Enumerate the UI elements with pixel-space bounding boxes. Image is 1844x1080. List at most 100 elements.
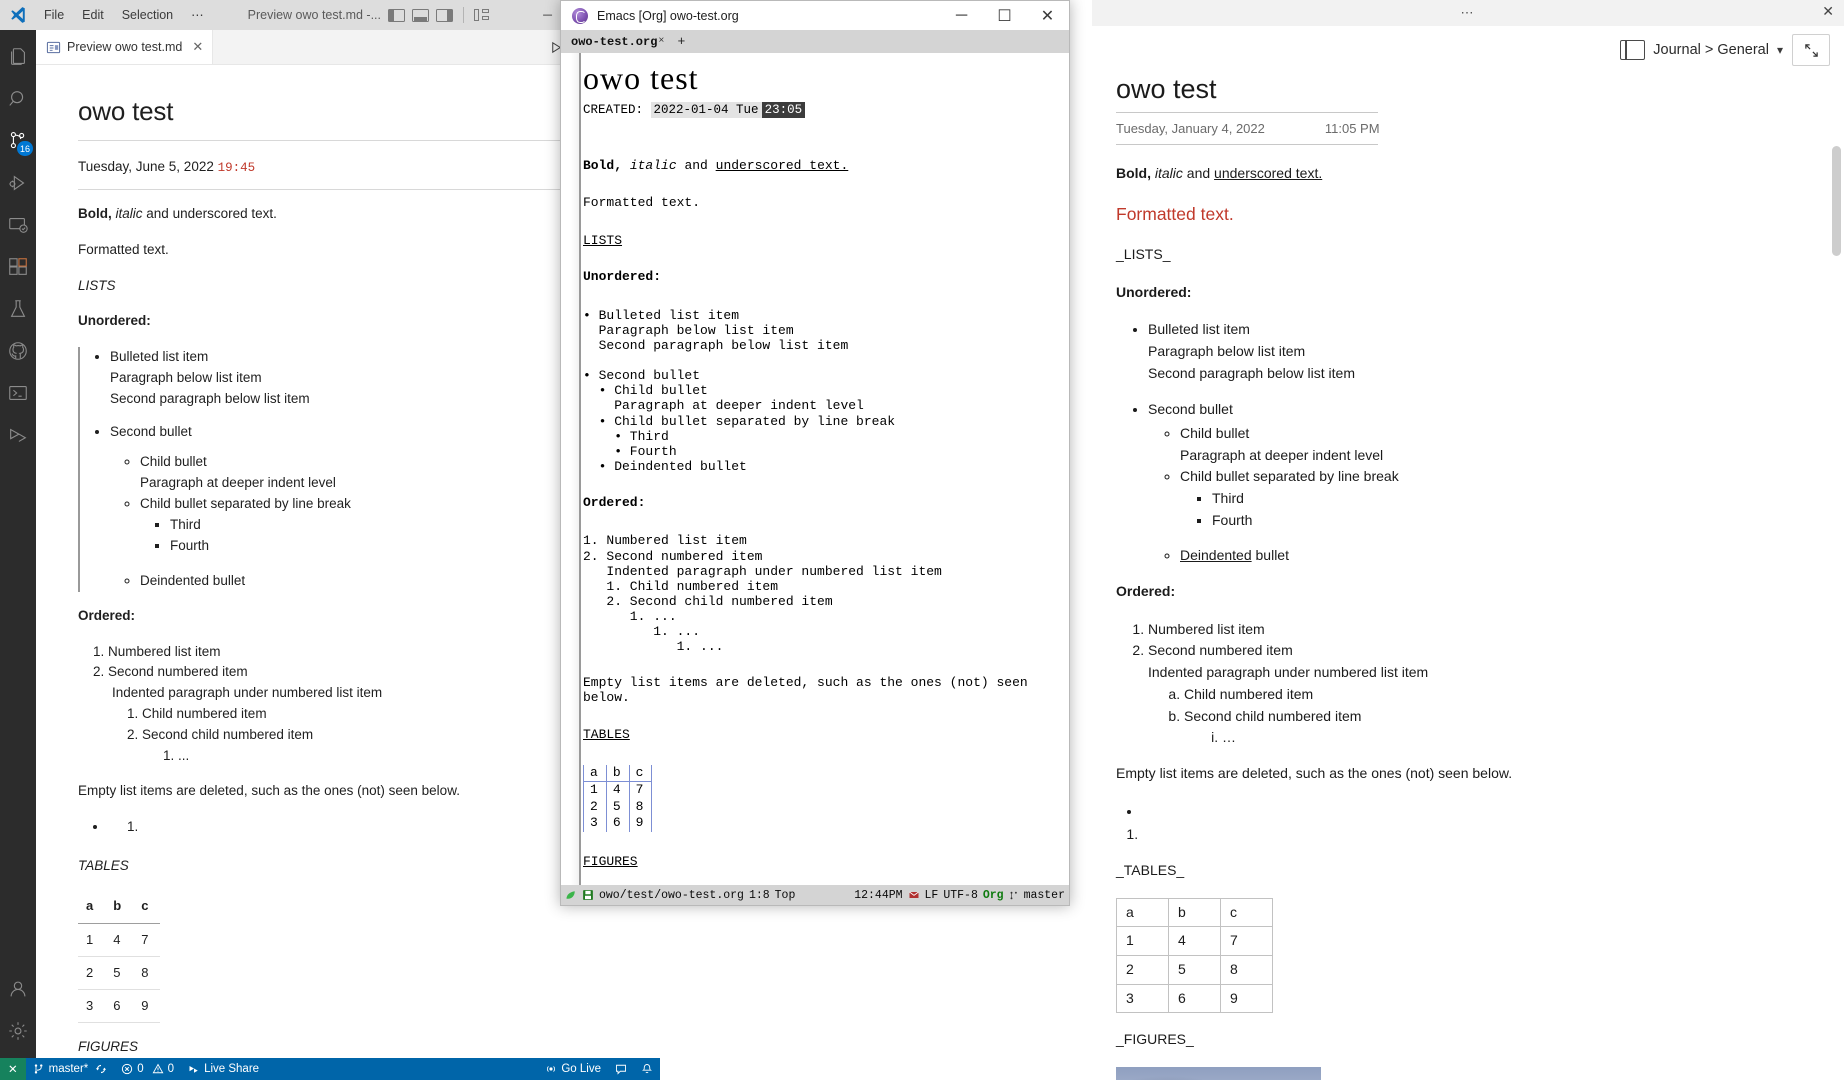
list-item: Child numbered item [1184, 684, 1822, 706]
table-cell: 8 [628, 798, 653, 816]
journal-unordered-subsublist: Third Fourth [1180, 488, 1822, 531]
list-item-label: Child bullet separated by line break [1180, 468, 1399, 485]
table-cell: 9 [1220, 983, 1273, 1014]
emacs-new-tab-button[interactable]: + [670, 34, 692, 49]
status-feedback[interactable] [608, 1058, 634, 1080]
activity-github[interactable] [0, 330, 36, 372]
journal-ordered-deep-1: … [1184, 727, 1822, 749]
org-unordered-list: • Bulleted list item Paragraph below lis… [583, 308, 1059, 474]
activity-extensions[interactable] [0, 246, 36, 288]
table-cell: 1 [1116, 926, 1169, 956]
minimize-button[interactable]: ─ [940, 1, 983, 30]
line-rest: and [142, 205, 173, 221]
emacs-tab-close-icon[interactable]: × [658, 36, 664, 47]
table-header-cell: c [628, 764, 653, 783]
list-item: Bulleted list item Paragraph below list … [110, 347, 622, 410]
tab-close-icon[interactable]: ✕ [192, 39, 203, 55]
remote-icon: ✕ [8, 1064, 18, 1076]
org-list-line: 1. ... [583, 638, 724, 654]
status-notifications[interactable] [634, 1058, 660, 1080]
journal-more-icon[interactable]: ⋯ [1461, 5, 1476, 21]
activity-explorer[interactable] [0, 36, 36, 78]
journal-page-content[interactable]: owo test Tuesday, January 4, 2022 11:05 … [1092, 74, 1844, 1080]
list-item-label: Second bullet [110, 424, 192, 440]
list-item: Second numbered item Indented paragraph … [1148, 640, 1822, 748]
meta-divider [1116, 144, 1378, 145]
table-cell: 4 [605, 781, 630, 799]
emacs-window: Emacs [Org] owo-test.org ─ ☐ ✕ owo-test.… [560, 0, 1070, 906]
list-item: Second bullet Child bullet Paragraph at … [1148, 399, 1822, 567]
chevron-down-icon[interactable]: ▾ [1777, 43, 1783, 57]
activity-settings[interactable] [0, 1010, 36, 1052]
status-branch[interactable]: master* [26, 1058, 115, 1080]
journal-close-button[interactable]: ✕ [1822, 3, 1834, 20]
journal-ordered-sublist: Child numbered item Second child numbere… [1148, 684, 1822, 749]
table-row: 3 6 9 [1116, 983, 1273, 1014]
activity-source-control[interactable]: 16 [0, 120, 36, 162]
emacs-buffer-area[interactable]: owo test CREATED: 2022-01-04 Tue 23:05 Bo… [561, 53, 1069, 885]
vscode-logo-icon [0, 6, 35, 24]
activity-remote-explorer[interactable] [0, 204, 36, 246]
table-header-cell: a [78, 891, 106, 924]
eol-style: LF [924, 888, 939, 902]
activity-terminal[interactable] [0, 372, 36, 414]
org-list-line: • Bulleted list item [583, 308, 740, 324]
created-label: CREATED: [583, 102, 644, 117]
customize-layout-icon[interactable] [474, 8, 490, 22]
org-ordered-list: 1. Numbered list item 2. Second numbered… [583, 533, 1059, 654]
org-formatted-text: Formatted text. [583, 195, 701, 211]
ordered-deep-1: ... [142, 746, 622, 767]
date-text: Tuesday, June 5, 2022 [78, 159, 214, 175]
status-problems[interactable]: 0 0 [114, 1058, 181, 1080]
menu-more[interactable]: ⋯ [182, 0, 213, 30]
org-table: a b c 1 4 7 2 5 8 3 6 9 [583, 764, 653, 832]
scroll-position: Top [774, 888, 796, 902]
maximize-button[interactable]: ☐ [983, 1, 1026, 30]
activity-testing[interactable] [0, 288, 36, 330]
sidebar-right-icon[interactable] [436, 8, 453, 23]
notebook-label: Journal > General [1653, 42, 1769, 58]
panel-bottom-icon[interactable] [412, 8, 429, 23]
created-time-cursor: 23:05 [761, 101, 806, 118]
notebook-selector[interactable]: Journal > General ▾ [1620, 39, 1783, 61]
save-icon[interactable] [582, 889, 594, 901]
menu-edit[interactable]: Edit [73, 0, 113, 30]
list-item-label: Second numbered item [1148, 642, 1293, 659]
close-button[interactable]: ✕ [1026, 1, 1069, 30]
table-header-cell: a [1116, 897, 1169, 928]
sidebar-left-icon[interactable] [388, 8, 405, 23]
unordered-subsublist: Third Fourth [140, 515, 622, 557]
line-mid: and [1182, 165, 1215, 181]
journal-tables-heading: _TABLES_ [1116, 861, 1185, 878]
org-list-line: • Deindented bullet [583, 458, 747, 474]
unordered-list-block: Bulleted list item Paragraph below list … [78, 347, 622, 592]
table-cell: 7 [133, 923, 161, 958]
emacs-mode-line: owo/test/owo-test.org 1:8 Top 12:44PM LF… [561, 885, 1069, 905]
expand-button[interactable] [1792, 34, 1830, 66]
journal-scrollbar[interactable] [1832, 146, 1841, 256]
journal-table[interactable]: a b c 1 4 7 2 5 8 3 6 9 [1116, 897, 1273, 1014]
list-item-label: Child bullet [140, 454, 207, 470]
formatting-demo-line: Bold, italic and underscored text. [78, 204, 622, 225]
empty-bullet-list [78, 817, 622, 852]
menu-selection[interactable]: Selection [113, 0, 182, 30]
status-remote-indicator[interactable]: ✕ [0, 1058, 26, 1080]
menu-file[interactable]: File [35, 0, 73, 30]
activity-accounts[interactable] [0, 968, 36, 1010]
vscode-window-title: Preview owo test.md -... [247, 8, 381, 22]
table-header-cell: c [1220, 897, 1273, 928]
status-live-share[interactable]: Live Share [181, 1058, 266, 1080]
table-cell: 7 [1220, 926, 1273, 956]
ordered-label: Ordered: [78, 607, 136, 623]
list-item-paragraph: Second paragraph below list item [110, 391, 310, 407]
table-cell: 4 [1168, 926, 1221, 956]
lists-heading: LISTS [78, 277, 116, 293]
list-item [1142, 824, 1822, 846]
emacs-tab-owo-test[interactable]: owo-test.org × [567, 34, 669, 49]
status-go-live[interactable]: Go Live [538, 1058, 608, 1080]
activity-run-debug[interactable] [0, 162, 36, 204]
activity-live-share[interactable] [0, 414, 36, 456]
tab-preview-owo-test[interactable]: Preview owo test.md ✕ [36, 30, 214, 64]
journal-page-title[interactable]: owo test [1116, 74, 1822, 112]
activity-search[interactable] [0, 78, 36, 120]
